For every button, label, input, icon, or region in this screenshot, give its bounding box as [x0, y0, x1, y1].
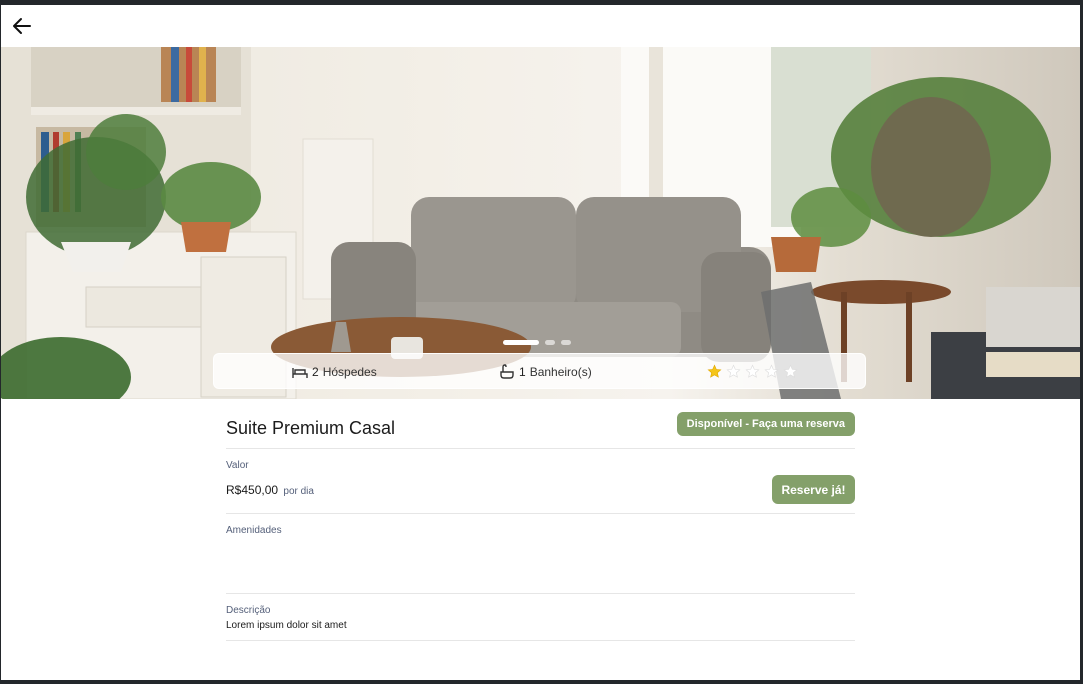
guests-info: 2 Hóspedes — [292, 354, 377, 390]
availability-badge: Disponível - Faça uma reserva — [676, 412, 855, 436]
back-button[interactable] — [11, 15, 33, 37]
app-window: 2 Hóspedes 1 Banheiro(s) Suite Premium C… — [1, 5, 1080, 680]
guests-count: 2 — [312, 365, 319, 379]
carousel-dot[interactable] — [503, 340, 539, 345]
price-value: R$450,00 por dia — [226, 483, 314, 497]
reserve-button[interactable]: Reserve já! — [772, 475, 855, 504]
price-amount: R$450,00 — [226, 483, 279, 497]
star-empty-icon[interactable] — [764, 364, 779, 379]
price-label: Valor — [226, 460, 249, 471]
bathtub-icon — [500, 364, 514, 379]
bed-icon — [292, 368, 308, 378]
room-info-bar: 2 Hóspedes 1 Banheiro(s) — [213, 353, 866, 389]
amenities-label: Amenidades — [226, 525, 282, 536]
carousel-dot[interactable] — [561, 340, 571, 345]
guests-label: Hóspedes — [322, 365, 377, 379]
room-photo — [1, 47, 1080, 399]
hero-image-carousel[interactable]: 2 Hóspedes 1 Banheiro(s) — [1, 47, 1080, 399]
carousel-dot[interactable] — [545, 340, 555, 345]
divider — [226, 448, 855, 449]
carousel-indicator — [503, 340, 571, 346]
rating-stars[interactable] — [707, 364, 798, 379]
room-title: Suite Premium Casal — [226, 418, 396, 438]
star-empty-icon[interactable] — [745, 364, 760, 379]
top-bar — [1, 5, 1080, 47]
arrow-left-icon — [13, 18, 31, 34]
divider — [226, 513, 855, 514]
star-empty-icon[interactable] — [726, 364, 741, 379]
description-text: Lorem ipsum dolor sit amet — [226, 620, 347, 631]
star-filled-icon[interactable] — [707, 364, 722, 379]
divider — [226, 593, 855, 594]
bathrooms-info: 1 Banheiro(s) — [499, 354, 592, 390]
divider — [226, 640, 855, 641]
star-empty-icon[interactable] — [783, 364, 798, 379]
bathrooms-label: Banheiro(s) — [529, 365, 592, 379]
bathrooms-count: 1 — [519, 365, 526, 379]
price-unit: por dia — [283, 486, 314, 497]
description-label: Descrição — [226, 605, 271, 616]
